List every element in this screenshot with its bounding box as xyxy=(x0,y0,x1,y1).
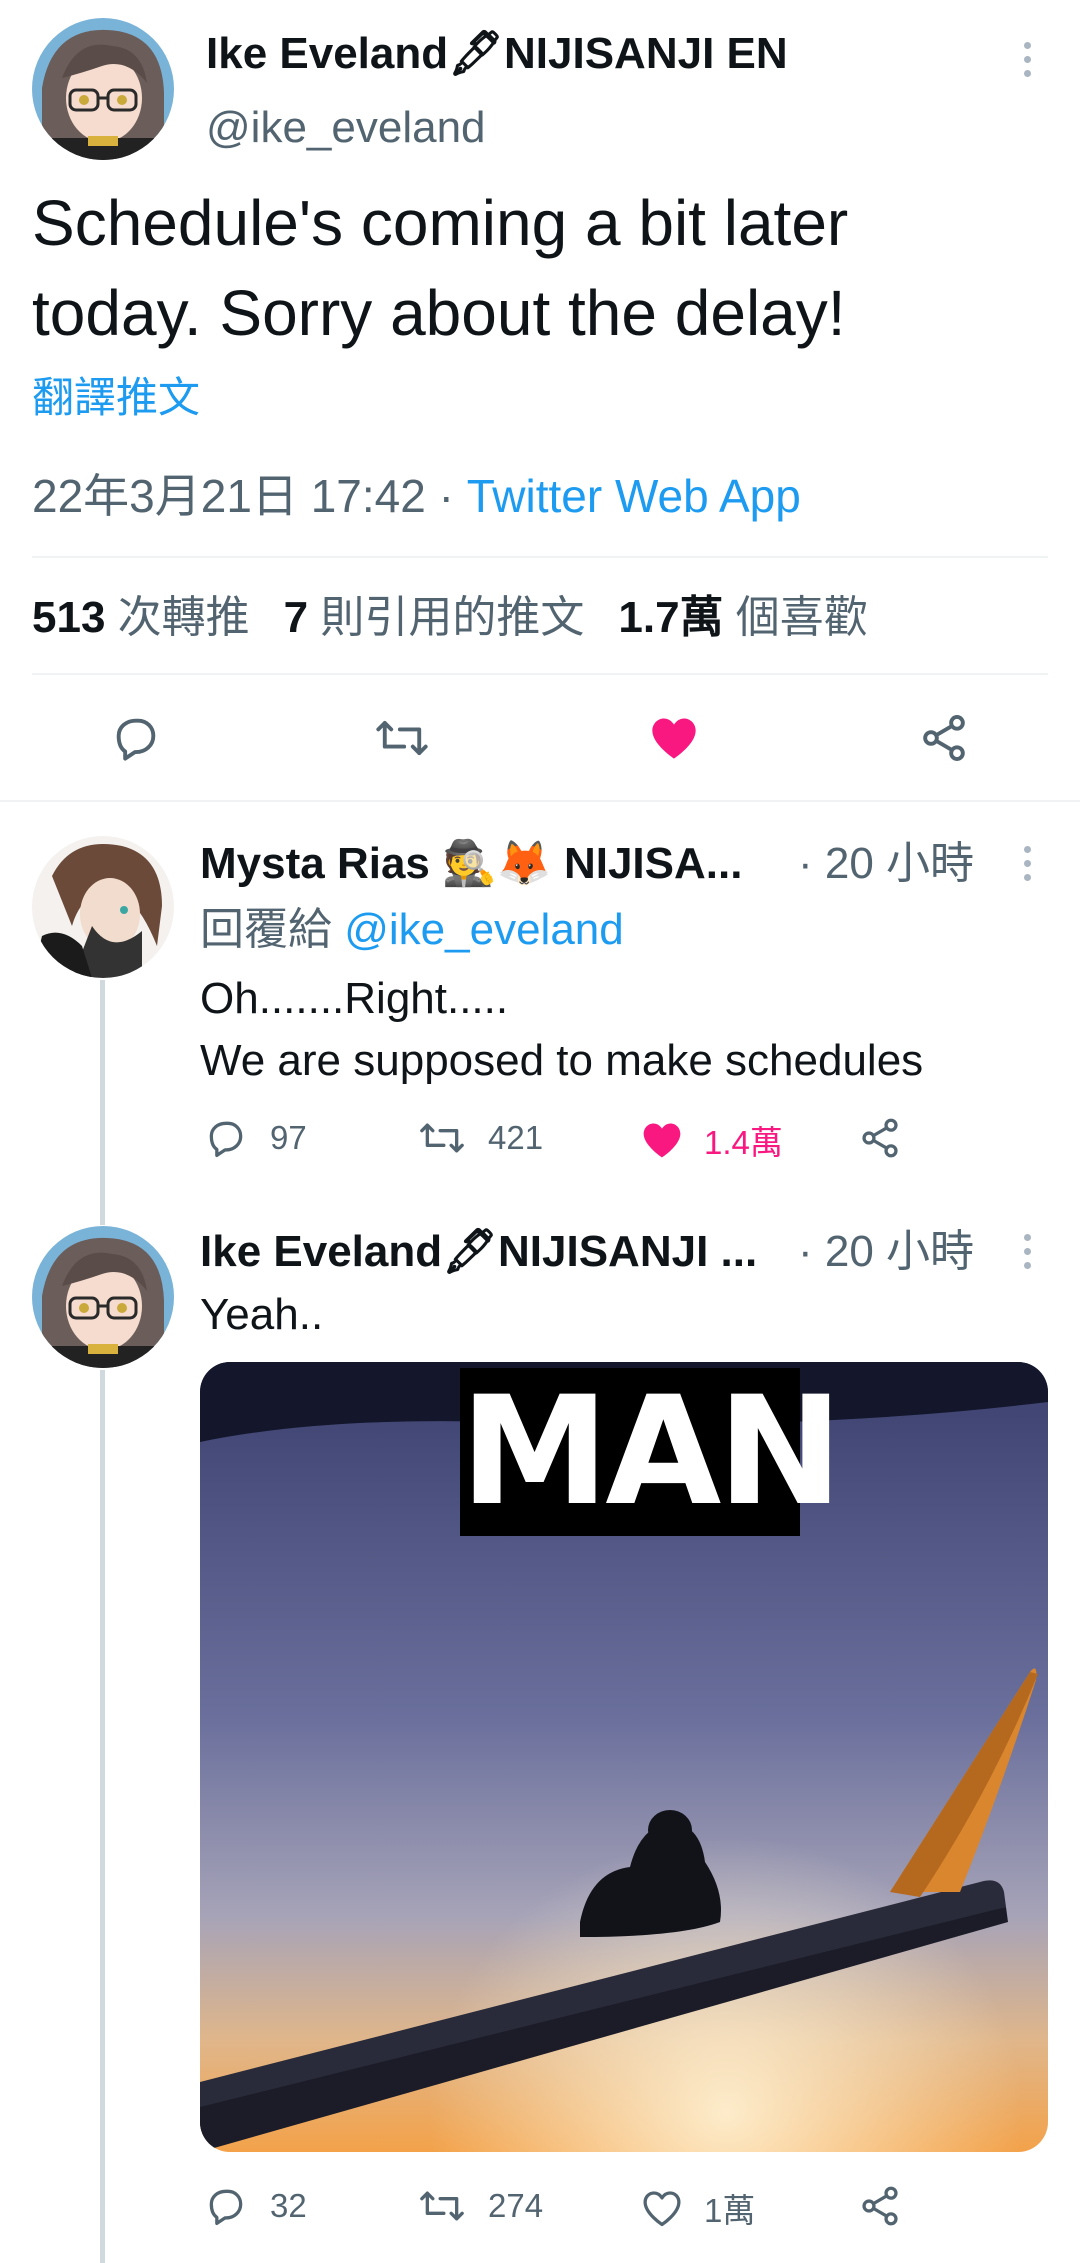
avatar[interactable] xyxy=(32,18,174,160)
avatar[interactable] xyxy=(32,836,174,978)
reply-time[interactable]: · 20 小時 xyxy=(798,1222,974,1282)
retweet-button[interactable] xyxy=(374,712,430,764)
pen-icon: 🖋 xyxy=(442,1227,498,1276)
reply-count: 97 xyxy=(270,1119,307,1156)
thread-line xyxy=(100,980,105,1225)
tweet-image[interactable]: MAN xyxy=(200,1362,1048,2152)
share-icon xyxy=(862,2186,898,2226)
share-button[interactable] xyxy=(858,2184,902,2228)
more-options-icon[interactable] xyxy=(1022,1234,1032,1269)
translate-tweet-link[interactable]: 翻譯推文 xyxy=(32,370,200,426)
handle[interactable]: @ike_eveland xyxy=(206,100,486,156)
avatar[interactable] xyxy=(32,1226,174,1368)
heart-outline-icon xyxy=(643,2191,681,2227)
retweet-button[interactable]: 421 xyxy=(418,1116,543,1160)
heart-filled-icon xyxy=(652,718,696,759)
tweet-text: Schedule's coming a bit later today. Sor… xyxy=(32,187,849,349)
divider xyxy=(32,556,1048,558)
reply-text: Yeah.. xyxy=(200,1290,324,1339)
retweet-count: 421 xyxy=(488,1119,544,1156)
source-link[interactable]: Twitter Web App xyxy=(467,470,801,522)
thread-line xyxy=(100,1370,105,2263)
section-divider xyxy=(0,800,1080,802)
display-name[interactable]: Ike Eveland🖋NIJISANJI EN xyxy=(206,26,788,82)
retweet-icon xyxy=(376,720,428,756)
reply-to-handle-link[interactable]: @ike_eveland xyxy=(344,905,624,954)
tweet-stats: 513 次轉推 7 則引用的推文 1.7萬 個喜歡 xyxy=(32,588,868,648)
more-options-icon[interactable] xyxy=(1022,846,1032,881)
display-name[interactable]: Ike Eveland🖋NIJISANJI ... xyxy=(200,1222,780,1282)
more-options-icon[interactable] xyxy=(1022,42,1032,77)
display-name[interactable]: Mysta Rias 🕵🦊 NIJISA... xyxy=(200,834,780,894)
reply-text: Oh.......Right..... We are supposed to m… xyxy=(200,974,924,1085)
retweets-stat[interactable]: 513 次轉推 xyxy=(32,588,250,648)
reply-icon xyxy=(209,1121,243,1158)
reply-count: 32 xyxy=(270,2187,307,2224)
reply-icon xyxy=(116,718,156,761)
share-button[interactable] xyxy=(858,1116,902,1160)
retweet-button[interactable]: 274 xyxy=(418,2184,543,2228)
heart-filled-icon xyxy=(643,1123,681,1158)
share-icon xyxy=(923,715,965,761)
meme-caption: MAN xyxy=(460,1365,843,1539)
quotes-stat[interactable]: 7 則引用的推文 xyxy=(284,588,585,648)
reply-time[interactable]: · 20 小時 xyxy=(798,834,974,894)
reply-button[interactable]: 97 xyxy=(204,1116,307,1160)
retweet-icon xyxy=(420,1123,464,1153)
like-button[interactable] xyxy=(648,712,700,764)
reply-icon xyxy=(209,2189,243,2226)
like-button[interactable]: 1萬 xyxy=(640,2184,755,2232)
pen-icon: 🖋 xyxy=(448,29,504,78)
share-button[interactable] xyxy=(918,712,970,764)
reply-button[interactable]: 32 xyxy=(204,2184,307,2228)
timestamp[interactable]: 22年3月21日 17:42 xyxy=(32,470,426,522)
detective-fox-icon: 🕵🦊 xyxy=(442,839,552,888)
retweet-icon xyxy=(420,2191,464,2221)
tweet-meta: 22年3月21日 17:42 · Twitter Web App xyxy=(32,470,801,522)
reply-to: 回覆給 @ike_eveland xyxy=(200,905,624,954)
retweet-count: 274 xyxy=(488,2187,544,2224)
like-count: 1.4萬 xyxy=(704,1124,783,1161)
reply-button[interactable] xyxy=(110,712,162,764)
divider xyxy=(32,673,1048,675)
like-button[interactable]: 1.4萬 xyxy=(640,1116,783,1164)
likes-stat[interactable]: 1.7萬 個喜歡 xyxy=(618,588,867,648)
like-count: 1萬 xyxy=(704,2192,756,2229)
share-icon xyxy=(862,1118,898,1158)
